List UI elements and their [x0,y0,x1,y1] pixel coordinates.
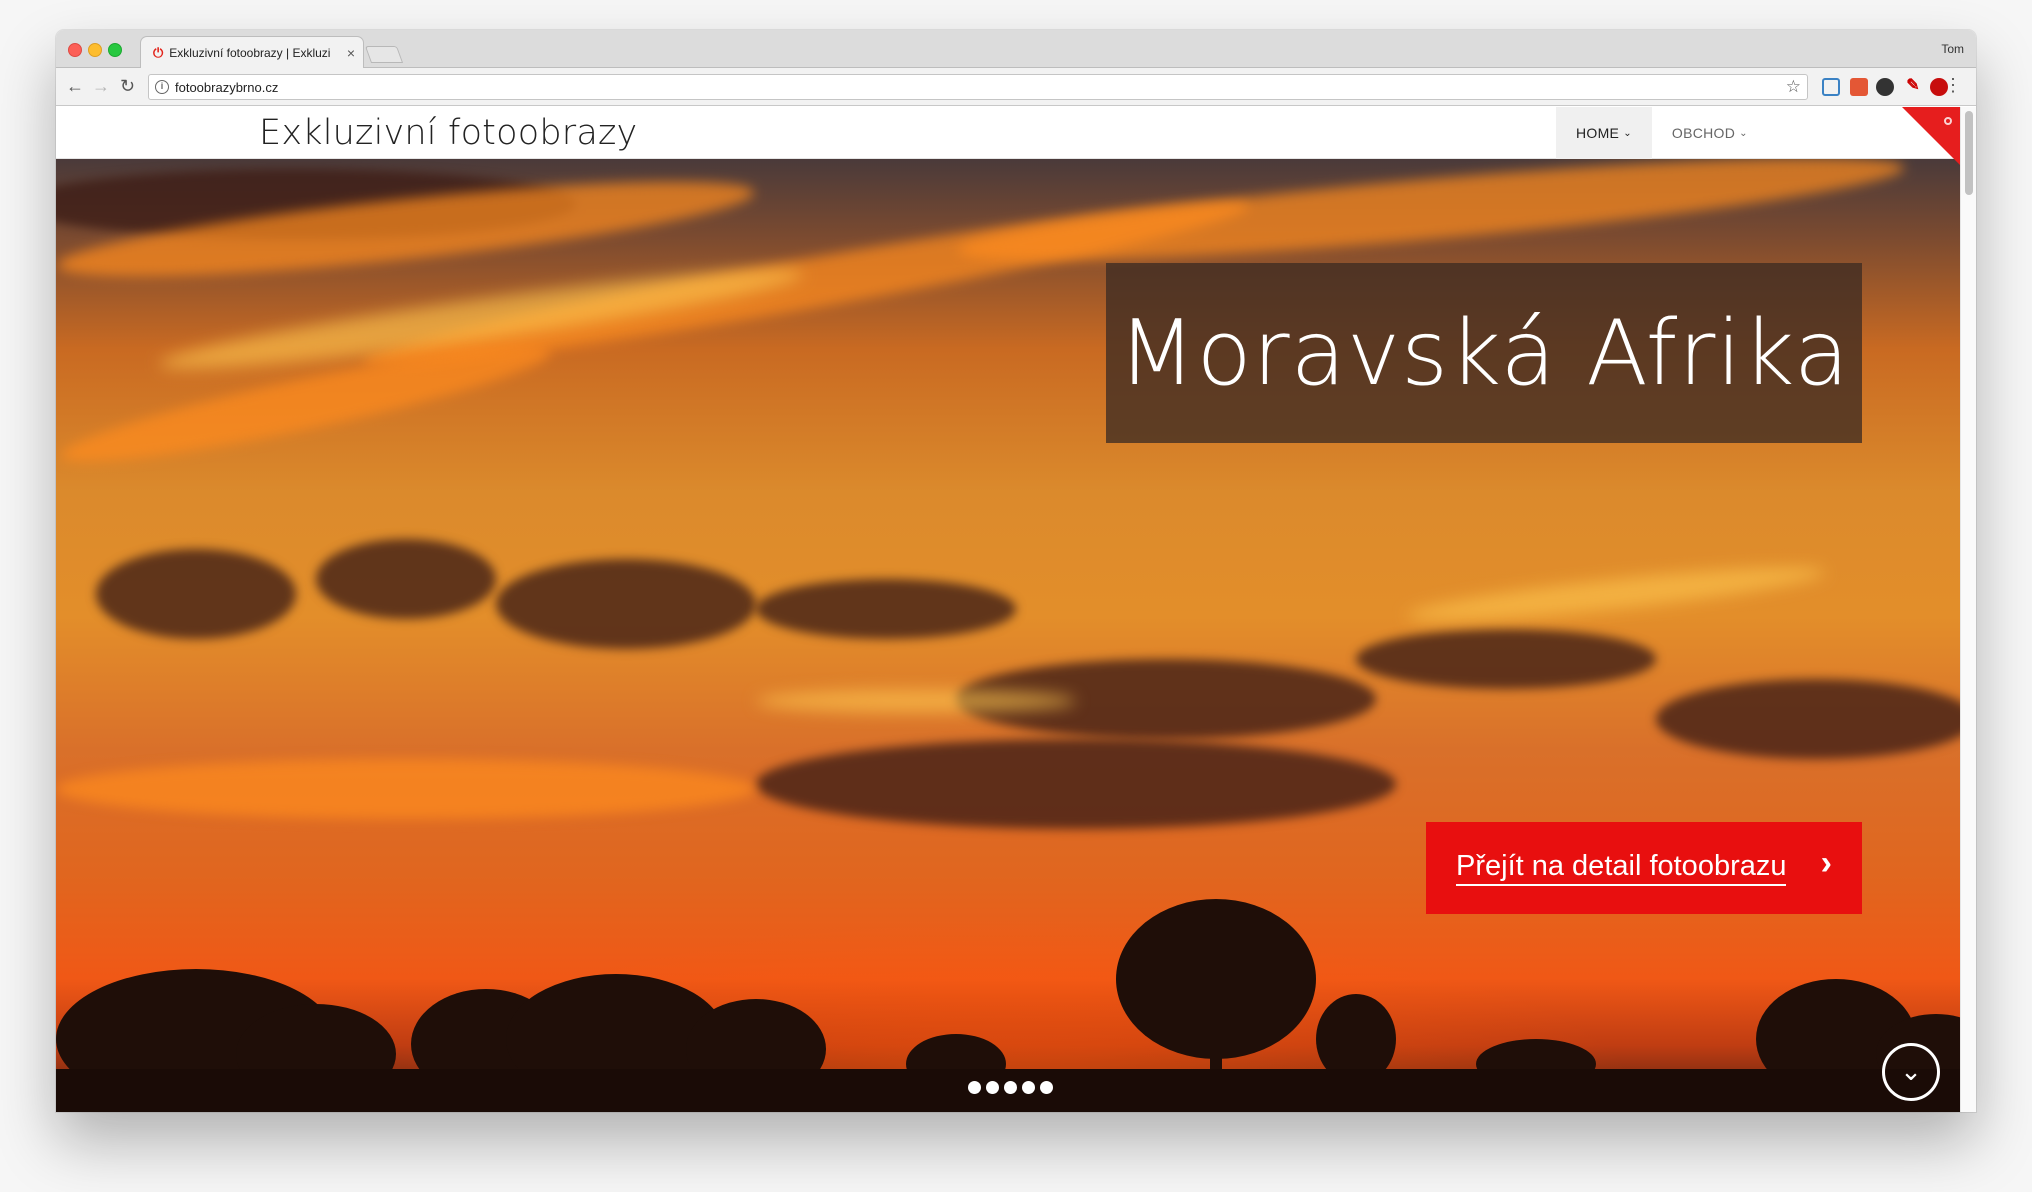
settings-dot-icon[interactable] [1944,117,1952,125]
web-page: Moravská Afrika Přejít na detail fotoobr… [56,107,1960,1112]
chevron-down-icon: ⌄ [1900,1056,1922,1086]
site-favicon-icon: ⏻ [153,45,164,60]
extension-cast-icon[interactable] [1822,78,1840,96]
url-text[interactable]: fotoobrazybrno.cz [175,80,278,95]
tab-strip: ⏻ Exkluzivní fotoobrazy | Exkluzi × Tom [56,30,1976,69]
nav-item-home[interactable]: HOME ⌄ [1556,107,1652,159]
chevron-down-icon: ⌄ [1739,127,1748,139]
page-scrollbar[interactable] [1960,107,1976,1112]
slide-dots [968,1081,1053,1094]
site-title[interactable]: Exkluzivní fotoobrazy [259,113,637,153]
scroll-down-button[interactable]: ⌄ [1882,1043,1940,1101]
hero-slider: Moravská Afrika Přejít na detail fotoobr… [56,137,1960,1112]
nav-item-label: OBCHOD [1671,125,1736,141]
chevron-down-icon: ⌄ [1623,127,1632,139]
forward-icon[interactable]: → [92,76,110,96]
maximize-window-button[interactable] [108,43,122,57]
address-bar[interactable]: i fotoobrazybrno.cz ☆ [148,74,1808,100]
main-nav: HOME ⌄ OBCHOD ⌄ [1556,107,1768,159]
new-tab-button[interactable] [364,46,404,63]
bookmark-star-icon[interactable]: ☆ [1786,77,1801,97]
nav-item-label: HOME [1576,125,1620,141]
extension-pen-icon[interactable]: ✎ [1904,78,1922,96]
detail-cta-button[interactable]: Přejít na detail fotoobrazu › [1426,822,1862,914]
minimize-window-button[interactable] [88,43,102,57]
browser-toolbar: ← → ↻ i fotoobrazybrno.cz ☆ ✎ ⋮ [56,68,1976,106]
close-window-button[interactable] [68,43,82,57]
browser-window: ⏻ Exkluzivní fotoobrazy | Exkluzi × Tom … [56,30,1976,1112]
photo-title: Moravská Afrika [1117,300,1851,406]
more-vertical-icon[interactable]: ⋮ [1944,76,1962,94]
back-icon[interactable]: ← [66,76,84,96]
slide-dot-3[interactable] [1004,1081,1017,1094]
photo-title-box: Moravská Afrika [1106,263,1862,443]
slide-dot-2[interactable] [986,1081,999,1094]
extension-settings-icon[interactable] [1876,78,1894,96]
tab-title: Exkluzivní fotoobrazy | Exkluzi [169,46,331,60]
slide-dot-4[interactable] [1022,1081,1035,1094]
site-header: Exkluzivní fotoobrazy HOME ⌄ OBCHOD ⌄ [56,107,1960,165]
tab-close-icon[interactable]: × [347,45,355,61]
reload-icon[interactable]: ↻ [120,76,135,96]
slide-dot-1[interactable] [968,1081,981,1094]
corner-badge[interactable] [1902,107,1960,165]
nav-item-obchod[interactable]: OBCHOD ⌄ [1652,107,1768,159]
slide-dot-5[interactable] [1040,1081,1053,1094]
profile-name[interactable]: Tom [1941,42,1964,56]
extension-calendar-icon[interactable] [1850,78,1868,96]
cta-label[interactable]: Přejít na detail fotoobrazu [1456,850,1787,886]
browser-tab[interactable]: ⏻ Exkluzivní fotoobrazy | Exkluzi × [140,36,364,69]
chevron-right-icon: › [1820,844,1832,882]
info-icon[interactable]: i [155,80,169,94]
scrollbar-thumb[interactable] [1965,111,1973,195]
